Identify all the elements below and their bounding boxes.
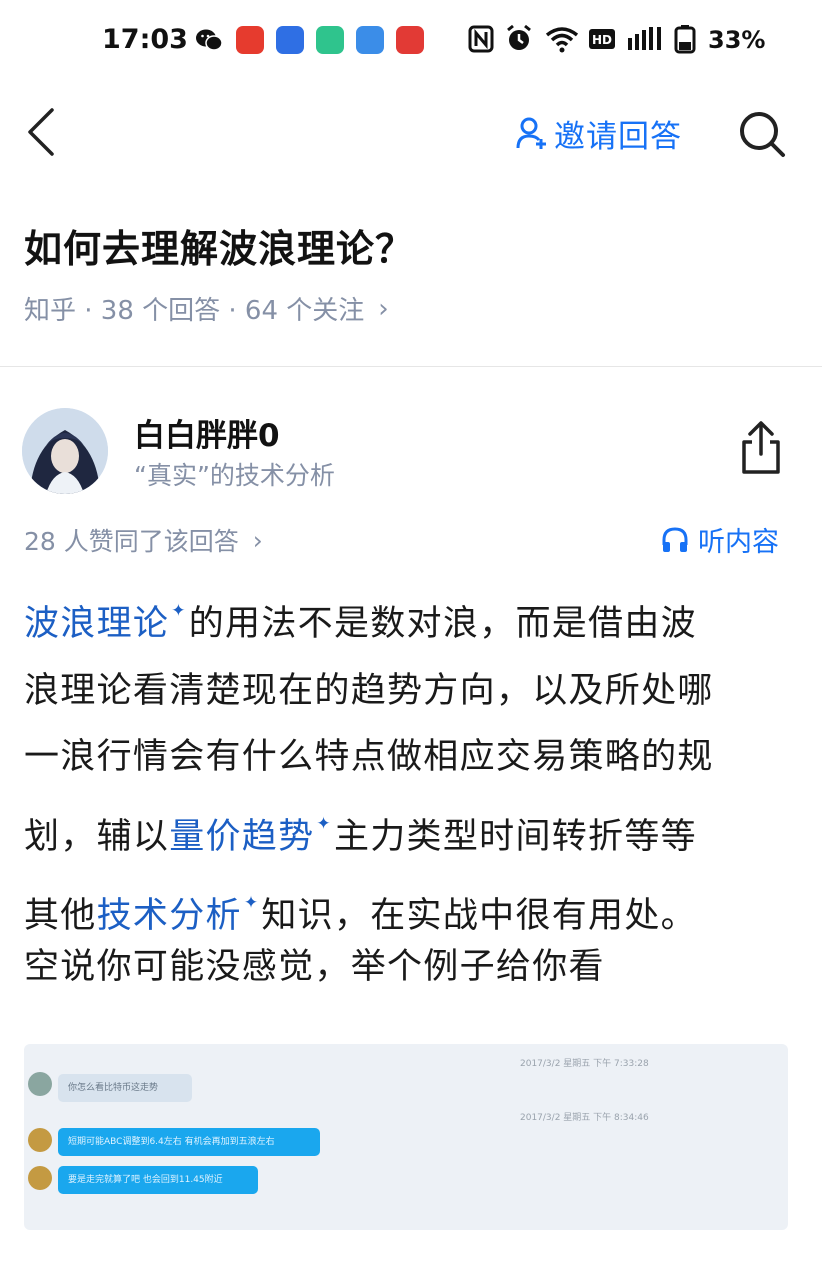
headphones-icon bbox=[662, 526, 688, 552]
wifi-icon bbox=[545, 27, 579, 53]
signal-icon bbox=[628, 27, 661, 50]
listen-label: 听内容 bbox=[698, 527, 779, 558]
author-bio: “真实”的技术分析 bbox=[134, 461, 335, 490]
svg-text:HD: HD bbox=[592, 33, 612, 47]
invite-answer-button[interactable]: 邀请回答 bbox=[516, 110, 682, 156]
listen-content-button[interactable]: 听内容 bbox=[660, 520, 779, 559]
author-name[interactable]: 白白胖胖0 bbox=[134, 410, 280, 455]
chevron-right-icon: › bbox=[252, 525, 263, 555]
invite-label: 邀请回答 bbox=[554, 118, 682, 155]
alarm-icon bbox=[507, 24, 531, 50]
search-button[interactable] bbox=[736, 108, 788, 160]
answer-line: 浪理论看清楚现在的趋势方向，以及所处哪 bbox=[24, 670, 714, 711]
avatar-image bbox=[22, 408, 108, 494]
sparkle-icon: ✦ bbox=[243, 893, 260, 913]
nav-bar: 邀请回答 bbox=[0, 86, 822, 182]
question-meta-text: 知乎 · 38 个回答 · 64 个关注 bbox=[24, 296, 365, 326]
chat-avatar bbox=[28, 1128, 52, 1152]
answer-text: 知识，在实战中很有用处。 bbox=[261, 896, 697, 936]
keyword-link[interactable]: 量价趋势 bbox=[169, 817, 314, 857]
answer-line: 一浪行情会有什么特点做相应交易策略的规 bbox=[24, 737, 714, 777]
answer-body: 波浪理论 ✦的用法不是数对浪，而是借由波 浪理论看清楚现在的趋势方向，以及所处哪 … bbox=[24, 578, 804, 950]
person-add-icon bbox=[516, 117, 546, 149]
vote-count-text: 28 人赞同了该回答 bbox=[24, 527, 239, 556]
keyword-link[interactable]: 波浪理论 bbox=[24, 604, 169, 644]
share-button[interactable] bbox=[736, 420, 786, 476]
answer-line: 划，辅以量价趋势 ✦主力类型时间转折等等 bbox=[24, 791, 804, 871]
chat-avatar bbox=[28, 1166, 52, 1190]
battery-percent: 33% bbox=[708, 26, 766, 54]
avatar[interactable] bbox=[22, 408, 108, 494]
answer-text: 划，辅以 bbox=[24, 816, 170, 857]
divider bbox=[0, 366, 822, 367]
chat-timestamp: 2017/3/2 星期五 下午 7:33:28 bbox=[520, 1059, 649, 1069]
wechat-icon bbox=[196, 29, 223, 51]
answer-text: 的用法不是数对浪，而是借由波 bbox=[188, 604, 697, 644]
app-red-chart-icon bbox=[396, 26, 424, 54]
app-blue-icon bbox=[276, 26, 304, 54]
sparkle-icon: ✦ bbox=[316, 813, 332, 834]
answer-text: 其他 bbox=[24, 896, 97, 936]
back-button[interactable] bbox=[22, 106, 62, 158]
chat-timestamp: 2017/3/2 星期五 下午 8:34:46 bbox=[520, 1113, 649, 1123]
chat-avatar bbox=[28, 1072, 52, 1096]
nfc-icon bbox=[468, 25, 494, 53]
sparkle-icon: ✦ bbox=[171, 601, 187, 621]
chat-bubble: 短期可能ABC调整到6.4左右 有机会再加到五浪左右 bbox=[58, 1128, 320, 1156]
answer-line: 波浪理论 ✦的用法不是数对浪，而是借由波 bbox=[24, 578, 804, 658]
status-bar: 17:03 HD 33% bbox=[0, 0, 822, 86]
battery-icon bbox=[674, 25, 696, 54]
chat-screenshot-image[interactable]: 2017/3/2 星期五 下午 7:33:28 你怎么看比特币这走势 2017/… bbox=[24, 1044, 788, 1230]
app-red-icon bbox=[236, 26, 264, 54]
status-time: 17:03 bbox=[102, 24, 188, 55]
keyword-link[interactable]: 技术分析 bbox=[97, 896, 242, 936]
chat-bubble: 要是走完就算了吧 也会回到11.45附近 bbox=[58, 1166, 258, 1194]
answer-paragraph: 空说你可能没感觉，举个例子给你看 bbox=[24, 947, 605, 987]
chat-bubble: 你怎么看比特币这走势 bbox=[58, 1074, 192, 1102]
chevron-right-icon: › bbox=[378, 293, 389, 324]
app-blue-square-icon bbox=[356, 26, 384, 54]
question-meta[interactable]: 知乎 · 38 个回答 · 64 个关注 › bbox=[24, 290, 389, 327]
hd-icon: HD bbox=[589, 29, 615, 49]
app-green-icon bbox=[316, 26, 344, 54]
question-title[interactable]: 如何去理解波浪理论？ bbox=[24, 218, 414, 273]
vote-count[interactable]: 28 人赞同了该回答 › bbox=[24, 522, 263, 558]
answer-text: 主力类型时间转折等等 bbox=[333, 816, 697, 857]
